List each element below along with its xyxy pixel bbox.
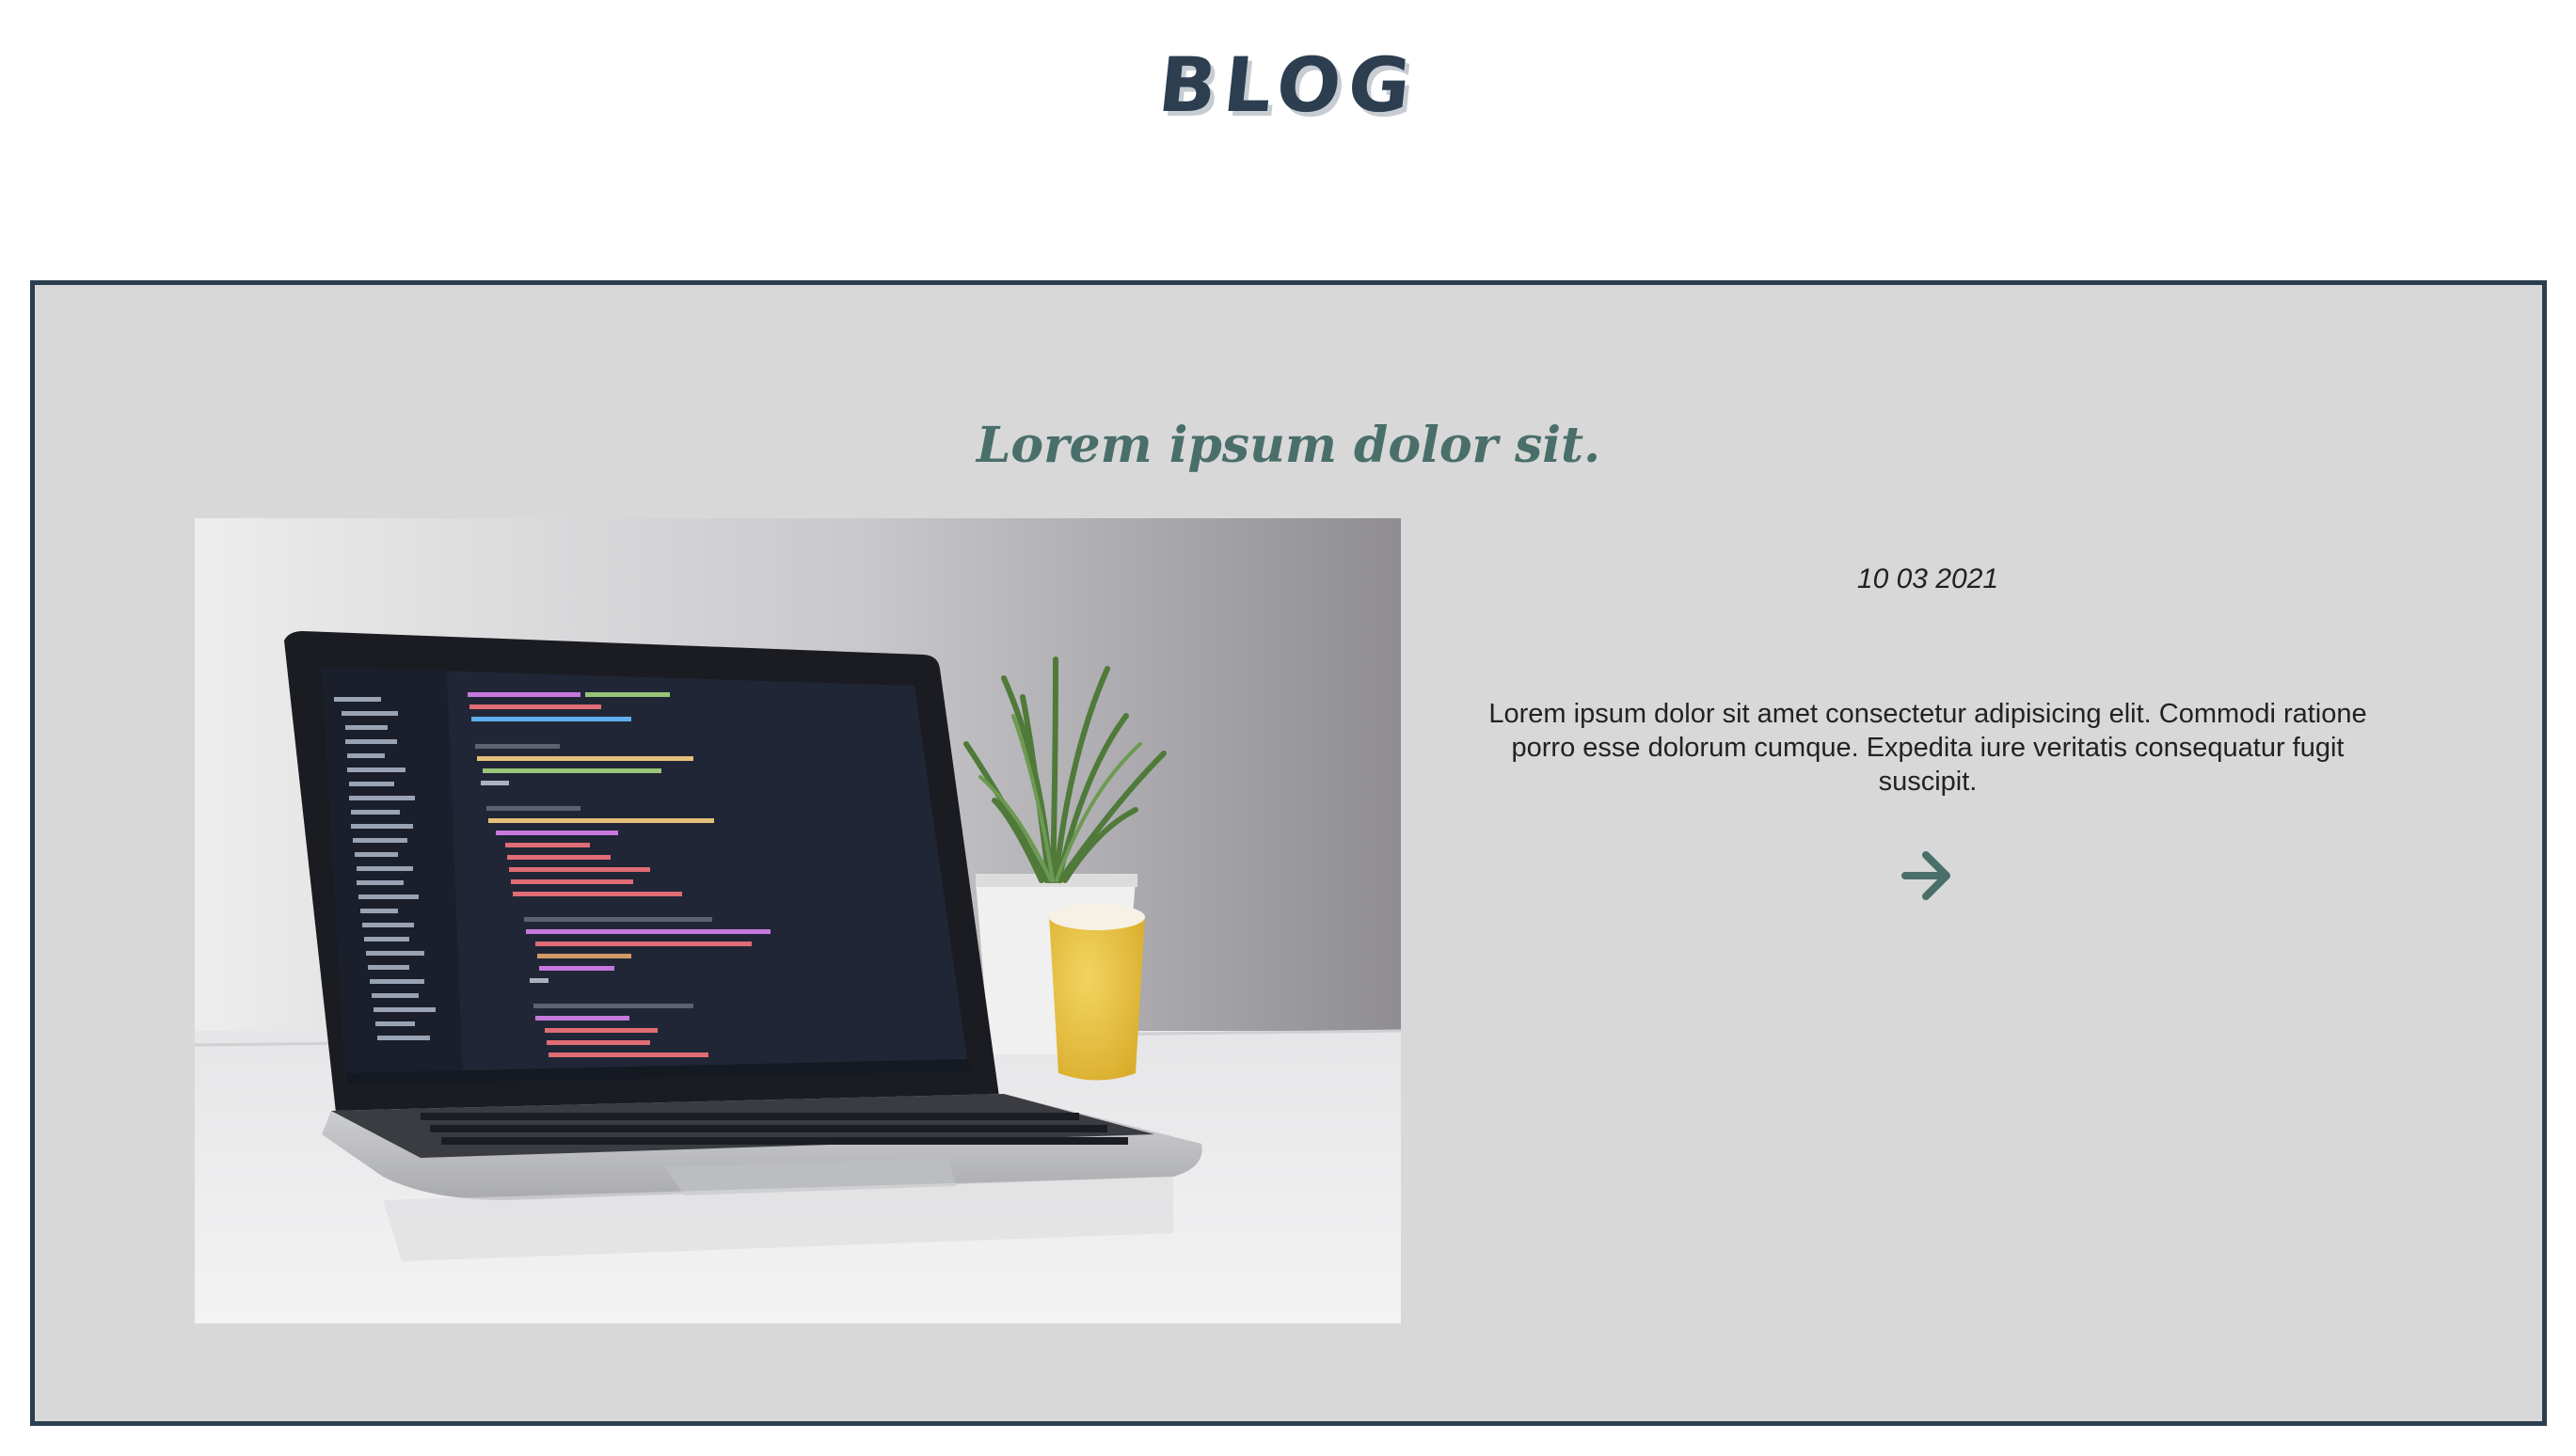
post-meta: 10 03 2021 Lorem ipsum dolor sit amet co… — [1401, 518, 2455, 907]
page-header: BLOG — [0, 0, 2576, 150]
post-excerpt: Lorem ipsum dolor sit amet consectetur a… — [1488, 699, 2367, 797]
post-image — [195, 518, 1401, 1323]
site-title: BLOG — [1153, 40, 1423, 129]
read-more-arrow-icon[interactable] — [1900, 849, 1956, 902]
blog-post-card: Lorem ipsum dolor sit. 10 03 2021 Lorem … — [30, 280, 2547, 1426]
post-title: Lorem ipsum dolor sit. — [976, 417, 1601, 474]
post-date: 10 03 2021 — [1856, 563, 1999, 594]
